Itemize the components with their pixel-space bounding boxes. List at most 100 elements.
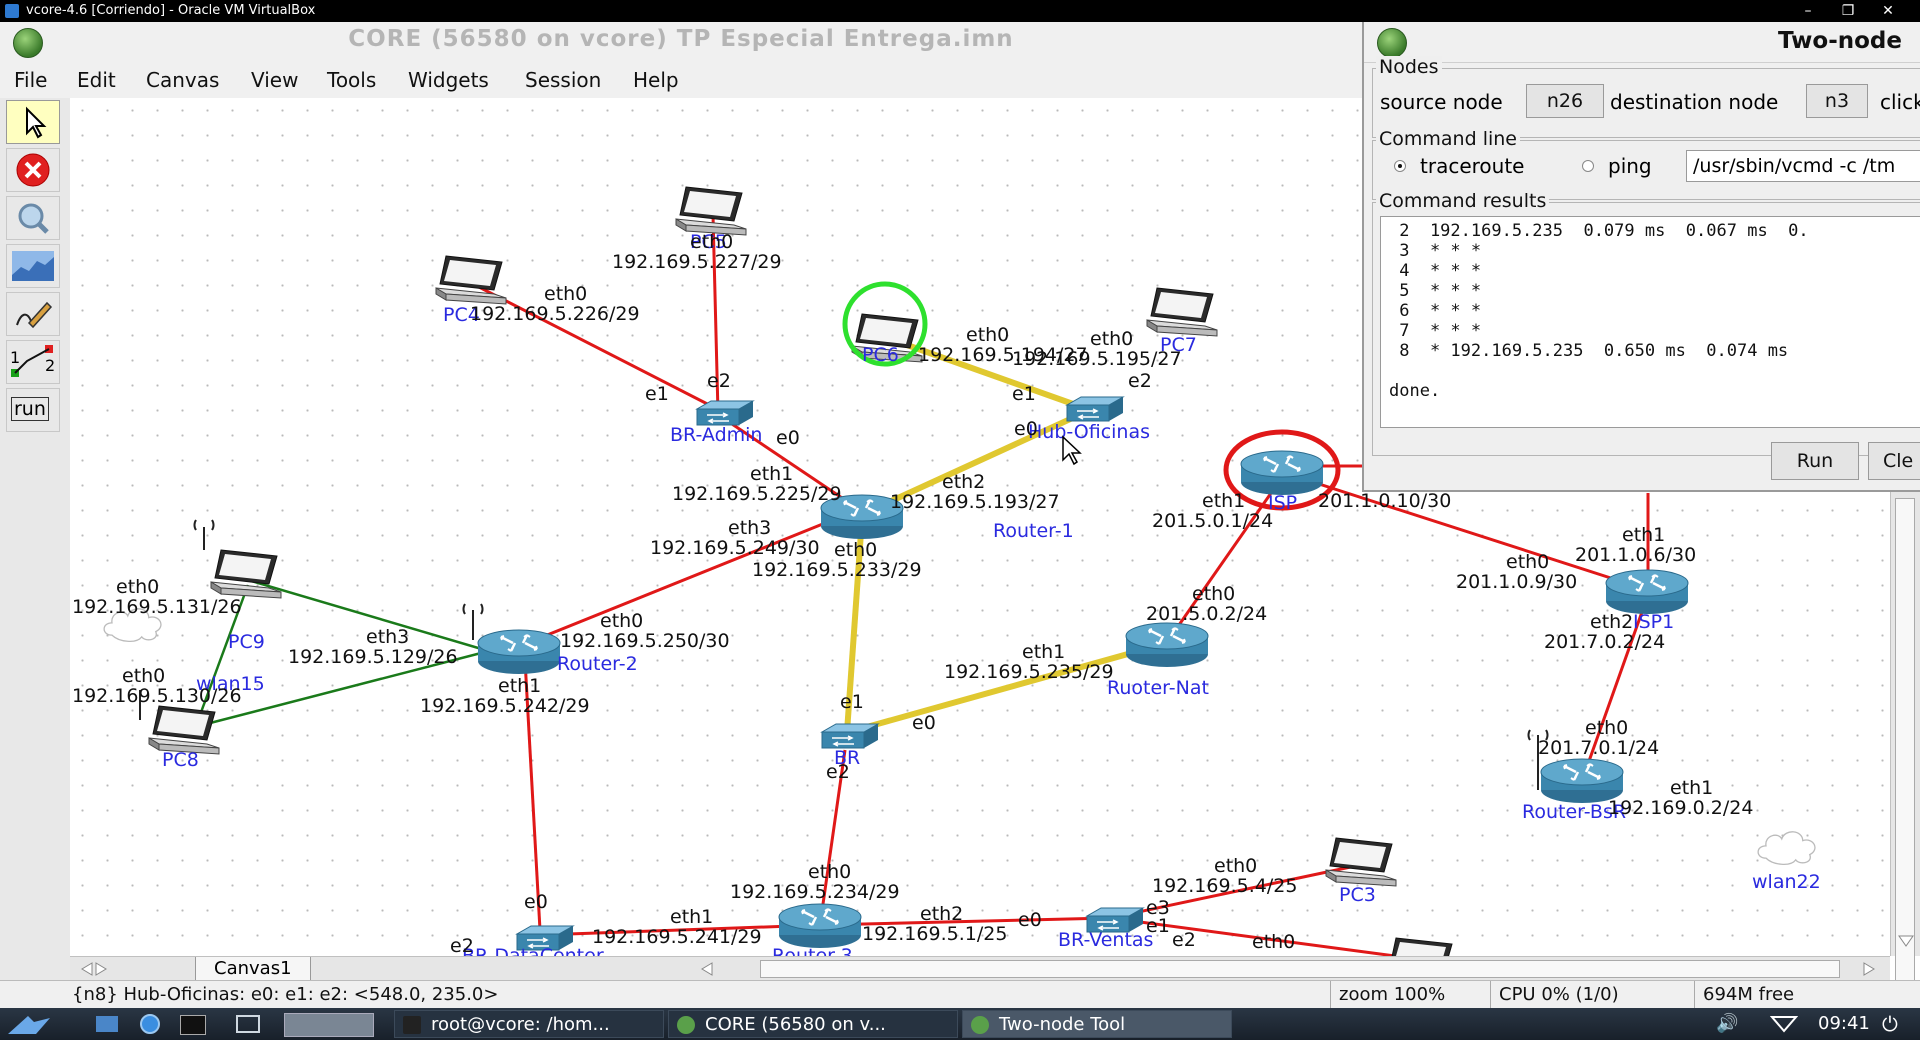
node-wlan22[interactable] [1757, 831, 1816, 865]
status-bar: {n8} Hub-Oficinas: e0: e1: e2: <548.0, 2… [0, 980, 1920, 1009]
cursor-arrow-icon [26, 106, 47, 139]
scroll-down-icon[interactable] [1897, 934, 1915, 948]
scroll-right-icon[interactable] [1860, 961, 1878, 977]
ping-option-label[interactable]: ping [1608, 154, 1652, 178]
node-hub-oficinas[interactable] [1066, 396, 1124, 422]
draw-tool-button[interactable] [6, 292, 60, 336]
command-results-group-label: Command results [1376, 190, 1550, 212]
pencil-icon [16, 301, 53, 329]
node-pc5[interactable] [675, 186, 747, 236]
run-button[interactable]: Run [1771, 442, 1859, 480]
terminal-icon[interactable] [180, 1015, 206, 1035]
if-pc4-eth0: eth0 [544, 283, 587, 305]
horizontal-scrollbar[interactable]: Canvas1 [70, 956, 1890, 982]
command-results-text[interactable]: 2 192.169.5.235 0.079 ms 0.067 ms 0. 3 *… [1380, 216, 1920, 428]
ip-isp1-eth2: 201.7.0.2/24 [1544, 631, 1665, 653]
command-input[interactable]: /usr/sbin/vcmd -c /tm [1686, 150, 1920, 182]
menu-widgets[interactable]: Widgets [408, 62, 489, 98]
task-core[interactable]: CORE (56580 on v... [668, 1010, 958, 1038]
menu-canvas[interactable]: Canvas [146, 62, 219, 98]
volume-icon[interactable]: 🔊 [1716, 1008, 1738, 1040]
task-two-node-tool[interactable]: Two-node Tool [962, 1010, 1232, 1038]
destination-node-field[interactable]: n3 [1806, 84, 1868, 118]
if-bv-e0: e0 [1018, 909, 1042, 931]
if-isp1-eth0: eth0 [1506, 551, 1549, 573]
menu-session[interactable]: Session [525, 62, 601, 98]
network-icon[interactable] [1770, 1015, 1798, 1033]
traceroute-radio[interactable] [1394, 160, 1406, 172]
if-isp1-eth2: eth2 [1590, 611, 1633, 633]
ip-r1-eth1: 192.169.5.225/29 [672, 483, 842, 505]
two-node-window-title: Two-node [1778, 28, 1902, 54]
if-br-e2: e2 [826, 761, 850, 783]
menu-file[interactable]: File [14, 62, 47, 98]
menu-edit[interactable]: Edit [77, 62, 116, 98]
if-br-e0: e0 [912, 712, 936, 734]
select-tool-button[interactable] [6, 100, 60, 144]
menu-bar: File Edit Canvas View Tools Widgets Sess… [0, 62, 1362, 98]
workspace-switcher[interactable] [284, 1013, 374, 1037]
observer-tool-button[interactable] [6, 196, 60, 240]
node-br[interactable] [821, 723, 879, 749]
task-terminal[interactable]: root@vcore: /hom... [394, 1010, 664, 1038]
task-terminal-label: root@vcore: /hom... [431, 1014, 610, 1035]
status-message: {n8} Hub-Oficinas: e0: e1: e2: <548.0, 2… [72, 984, 499, 1005]
node-pc9[interactable] [210, 549, 282, 599]
horizontal-scroll-thumb[interactable] [760, 960, 1840, 978]
node-br-admin[interactable] [696, 400, 754, 426]
label-wlan22: wlan22 [1752, 871, 1821, 893]
close-icon[interactable]: ✕ [1868, 0, 1908, 22]
windows-icon[interactable] [236, 1015, 260, 1033]
label-router-3: Router-3 [772, 945, 853, 956]
source-node-label: source node [1380, 90, 1503, 114]
node-isp1[interactable] [1605, 568, 1689, 615]
traceroute-option-label[interactable]: traceroute [1420, 154, 1524, 178]
power-icon[interactable]: ⏻ [1882, 1008, 1898, 1040]
ip-pc3: 192.169.5.4/25 [1152, 875, 1297, 897]
plot-tool-button[interactable] [6, 244, 60, 288]
if-br-e1: e1 [840, 691, 864, 713]
ip-pc7: 192.169.5.195/27 [1012, 348, 1182, 370]
node-pc-partial[interactable] [1385, 937, 1457, 956]
run-tool-label: run [11, 397, 49, 421]
ip-nat-eth1: 192.169.5.235/29 [944, 661, 1114, 683]
label-ruoter-nat: Ruoter-Nat [1107, 677, 1209, 699]
node-router-2[interactable] [477, 628, 561, 675]
ip-r1-eth3: 192.169.5.249/30 [650, 537, 820, 559]
radio-selected-dot [1398, 164, 1402, 168]
browser-icon[interactable] [140, 1014, 160, 1034]
if-isp1-eth1: eth1 [1622, 524, 1665, 546]
tab-nav-arrows-icon[interactable] [78, 961, 128, 977]
ip-nat-eth0: 201.5.0.2/24 [1146, 603, 1267, 625]
tab-canvas1[interactable]: Canvas1 [195, 957, 311, 982]
menu-tools[interactable]: Tools [327, 62, 376, 98]
nodes-group-label: Nodes [1376, 56, 1442, 78]
node-pc7[interactable] [1146, 287, 1218, 337]
file-manager-icon[interactable] [96, 1016, 118, 1032]
scroll-left-icon[interactable] [698, 961, 716, 977]
label-br-admin: BR-Admin [670, 424, 762, 446]
restore-icon[interactable]: ❐ [1828, 0, 1868, 22]
minimize-icon[interactable]: – [1788, 0, 1828, 22]
node-ruoter-nat[interactable] [1125, 621, 1209, 668]
ip-bsr-eth1: 192.169.0.2/24 [1608, 797, 1753, 819]
two-node-tool-button[interactable]: 12 [6, 340, 60, 384]
start-menu-icon[interactable] [6, 1012, 52, 1036]
source-node-field[interactable]: n26 [1526, 84, 1604, 118]
stop-tool-button[interactable] [6, 148, 60, 192]
node-pc3[interactable] [1325, 837, 1397, 887]
menu-view[interactable]: View [251, 62, 298, 98]
run-tool-button[interactable]: run [6, 388, 60, 432]
node-pc4[interactable] [435, 255, 507, 305]
if-nat-eth0: eth0 [1192, 583, 1235, 605]
clear-button[interactable]: Cle [1868, 442, 1920, 480]
magnifier-icon [18, 203, 49, 234]
node-isp[interactable] [1240, 449, 1324, 496]
node-router-3[interactable] [778, 902, 862, 949]
core-logo-icon [1377, 28, 1407, 58]
node-pc8[interactable] [148, 705, 220, 755]
menu-help[interactable]: Help [633, 62, 679, 98]
core-window-title: CORE (56580 on vcore) TP Especial Entreg… [348, 26, 1014, 52]
label-br-datacenter: BR-DataCenter [462, 945, 604, 956]
ping-radio[interactable] [1582, 160, 1594, 172]
